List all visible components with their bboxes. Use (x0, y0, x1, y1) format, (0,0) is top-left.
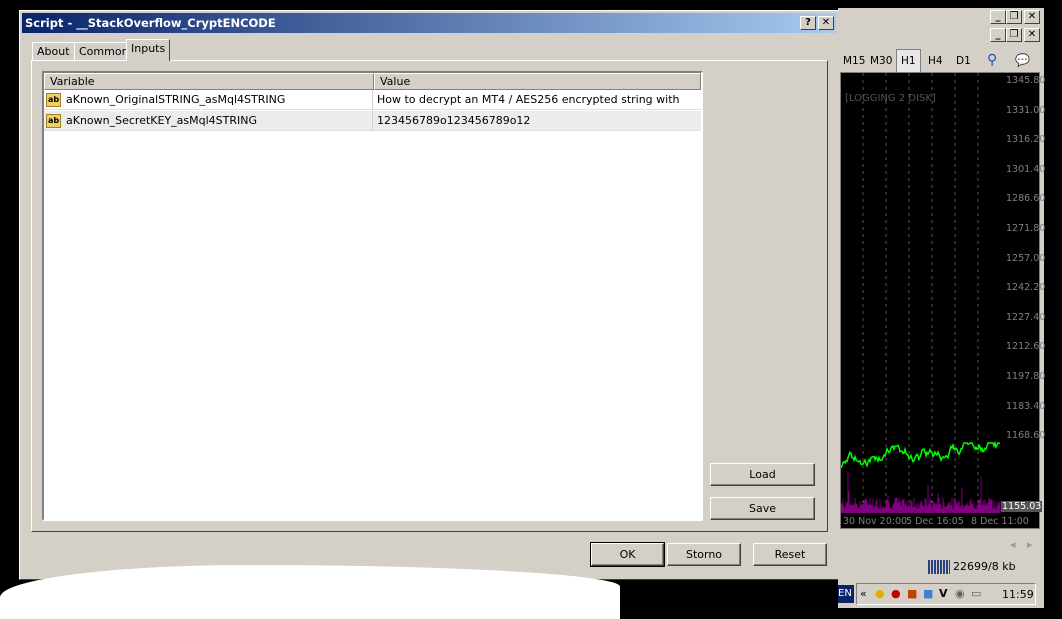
close-button[interactable]: ✕ (818, 16, 834, 30)
tab-about[interactable]: About (32, 42, 75, 61)
tf-d1[interactable]: D1 (956, 55, 971, 67)
header-variable[interactable]: Variable (44, 73, 374, 90)
tray-app-icon[interactable]: ● (891, 587, 901, 600)
current-price: 1155.03 (1001, 501, 1043, 512)
zoom-icon[interactable]: ⚲ (987, 52, 997, 68)
time-label: 30 Nov 20:00 (843, 516, 908, 527)
price-label: 1286.60 (1006, 193, 1046, 205)
tray-app-icon[interactable]: ◉ (955, 587, 965, 600)
tab-inputs[interactable]: Inputs (126, 39, 171, 61)
tray-app-icon[interactable]: V (939, 587, 948, 600)
scroll-right-icon[interactable]: ▸ (1027, 538, 1033, 551)
price-line (841, 440, 1001, 469)
ok-button[interactable]: OK (590, 542, 665, 567)
save-button[interactable]: Save (710, 497, 815, 520)
traffic-status: 22699/8 kb (953, 560, 1016, 573)
price-chart[interactable]: [LOGGING 2 DISK] 1345.80 1331.00 1316.20 13… (840, 72, 1045, 529)
table-row[interactable]: ab aKnown_OriginalSTRING_asMql4STRING Ho… (44, 90, 701, 126)
system-tray: « ● ● ■ ■ V ◉ ▭ 11:59 (856, 583, 1036, 605)
price-label: 1345.80 (1006, 75, 1046, 86)
tf-m15[interactable]: M15 (843, 55, 865, 67)
help-button[interactable]: ? (800, 16, 816, 30)
tf-h4[interactable]: H4 (928, 55, 943, 67)
price-label: 1197.80 (1006, 371, 1046, 382)
variable-name: aKnown_SecretKEY_asMql4STRING (44, 111, 373, 131)
tf-h1[interactable]: H1 (896, 49, 921, 73)
table-row[interactable]: ab aKnown_SecretKEY_asMql4STRING 1234567… (44, 111, 701, 131)
tray-app-icon[interactable]: ■ (907, 587, 917, 600)
variable-value[interactable]: 123456789o123456789o12 (374, 111, 530, 131)
tf-m30[interactable]: M30 (870, 55, 892, 67)
redacted-area (0, 565, 620, 619)
price-label: 1301.40 (1006, 163, 1046, 175)
language-indicator[interactable]: EN (838, 585, 854, 603)
network-icon[interactable]: ■ (923, 587, 933, 600)
clock: 11:59 (1002, 588, 1034, 601)
load-button[interactable]: Load (710, 463, 815, 486)
price-label: 1242.20 (1006, 282, 1046, 294)
header-value[interactable]: Value (374, 73, 701, 90)
monitor-icon[interactable]: ▭ (971, 587, 981, 600)
price-label: 1331.00 (1006, 104, 1046, 116)
title-bar: Script - __StackOverflow_CryptENCODE ? ✕ (22, 13, 836, 33)
price-label: 1227.40 (1006, 311, 1046, 323)
reset-button[interactable]: Reset (753, 543, 827, 566)
dialog-title: Script - __StackOverflow_CryptENCODE (25, 16, 276, 30)
chart-plot (841, 73, 1001, 513)
tab-common[interactable]: Common (74, 42, 134, 61)
price-label: 1316.20 (1006, 134, 1046, 146)
connection-icon (928, 560, 950, 574)
chat-icon[interactable]: 💬 (1015, 53, 1030, 67)
scroll-left-icon[interactable]: ◂ (1010, 538, 1016, 551)
price-label: 1168.60 (1006, 430, 1046, 442)
expand-tray-icon[interactable]: « (860, 587, 867, 600)
price-label: 1212.60 (1006, 341, 1046, 353)
price-label: 1271.80 (1006, 223, 1046, 234)
time-label: 5 Dec 16:05 (906, 516, 964, 527)
storno-button[interactable]: Storno (667, 543, 741, 566)
variable-name: aKnown_OriginalSTRING_asMql4STRING (44, 90, 373, 110)
tray-app-icon[interactable]: ● (875, 587, 885, 600)
inputs-table: Variable Value ab aKnown_OriginalSTRING_… (42, 71, 703, 521)
time-label: 8 Dec 11:00 (971, 516, 1029, 527)
price-label: 1183.40 (1006, 400, 1046, 412)
price-label: 1257.00 (1006, 252, 1046, 264)
script-dialog: Script - __StackOverflow_CryptENCODE ? ✕… (19, 10, 839, 580)
